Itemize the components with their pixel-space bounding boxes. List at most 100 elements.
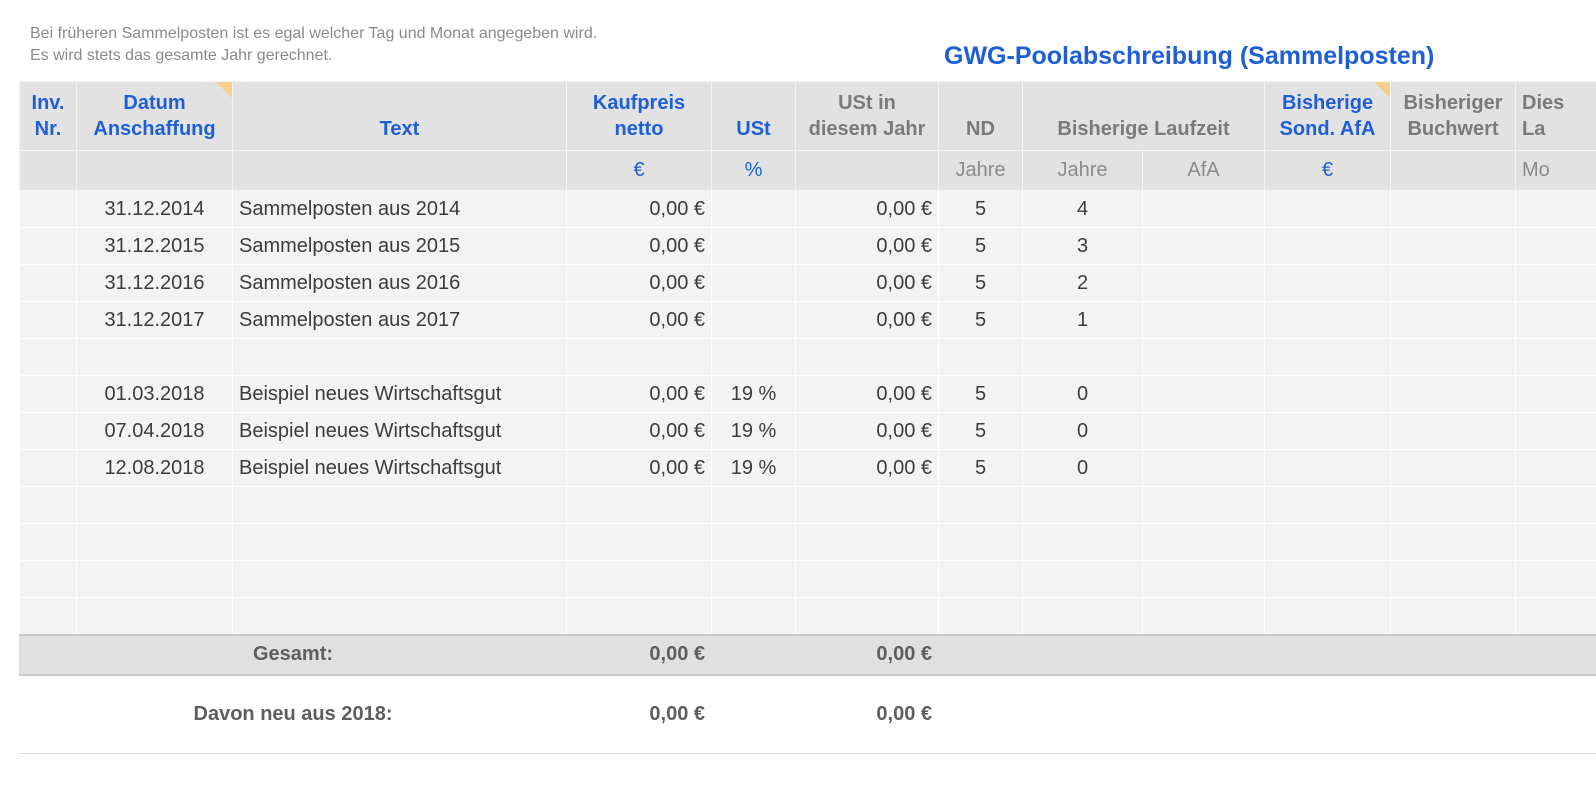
cell-ust-jahr[interactable] bbox=[795, 523, 939, 561]
cell-sond-afa[interactable] bbox=[1264, 449, 1392, 487]
cell-sond-afa[interactable] bbox=[1264, 597, 1392, 635]
cell-kaufpreis[interactable] bbox=[566, 597, 712, 635]
cell-laufzeit-jahre[interactable] bbox=[1022, 597, 1143, 635]
cell-text[interactable]: Sammelposten aus 2016 bbox=[232, 264, 567, 302]
cell-dies-laufzeit[interactable] bbox=[1515, 375, 1596, 413]
cell-dies-laufzeit[interactable] bbox=[1515, 597, 1596, 635]
cell-kaufpreis[interactable] bbox=[566, 486, 712, 524]
unit-ust[interactable]: % bbox=[711, 150, 796, 191]
cell-datum[interactable]: 31.12.2017 bbox=[76, 301, 233, 339]
cell-ust[interactable]: 19 % bbox=[711, 449, 796, 487]
cell-nd[interactable] bbox=[938, 486, 1023, 524]
cell-nd[interactable]: 5 bbox=[938, 227, 1023, 265]
cell-ust-jahr[interactable]: 0,00 € bbox=[795, 190, 939, 228]
cell-buchwert[interactable] bbox=[1390, 597, 1517, 635]
cell-laufzeit-afa[interactable] bbox=[1141, 338, 1266, 376]
unit-kauf[interactable]: € bbox=[566, 150, 712, 191]
cell-buchwert[interactable] bbox=[1390, 412, 1517, 450]
unit-nd[interactable]: Jahre bbox=[938, 150, 1023, 191]
cell-dies-laufzeit[interactable] bbox=[1515, 338, 1596, 376]
davon-row-ust-jahr[interactable]: 0,00 € bbox=[795, 674, 939, 754]
total-row-ust-jahr[interactable]: 0,00 € bbox=[795, 633, 939, 676]
cell-text[interactable] bbox=[232, 523, 567, 561]
cell-ust-jahr[interactable] bbox=[795, 338, 939, 376]
cell-nd[interactable] bbox=[938, 338, 1023, 376]
cell-laufzeit-jahre[interactable] bbox=[1022, 338, 1143, 376]
cell-nd[interactable]: 5 bbox=[938, 412, 1023, 450]
cell-text[interactable]: Beispiel neues Wirtschaftsgut bbox=[232, 449, 567, 487]
cell-laufzeit-afa[interactable] bbox=[1141, 523, 1266, 561]
cell-buchwert[interactable] bbox=[1390, 486, 1517, 524]
cell-buchwert[interactable] bbox=[1390, 264, 1517, 302]
cell-text[interactable]: Beispiel neues Wirtschaftsgut bbox=[232, 412, 567, 450]
cell-nd[interactable] bbox=[938, 597, 1023, 635]
unit-cell[interactable] bbox=[1390, 150, 1517, 191]
cell-laufzeit-afa[interactable] bbox=[1141, 449, 1266, 487]
cell-laufzeit-jahre[interactable]: 0 bbox=[1022, 375, 1143, 413]
cell-text[interactable] bbox=[232, 560, 567, 598]
cell-text[interactable] bbox=[232, 486, 567, 524]
cell-datum[interactable] bbox=[76, 597, 233, 635]
unit-laufzeit-jahre[interactable]: Jahre bbox=[1022, 150, 1143, 191]
cell-ust[interactable] bbox=[711, 597, 796, 635]
cell-nd[interactable]: 5 bbox=[938, 264, 1023, 302]
cell-buchwert[interactable] bbox=[1390, 301, 1517, 339]
cell-ust-jahr[interactable]: 0,00 € bbox=[795, 375, 939, 413]
cell-ust[interactable] bbox=[711, 338, 796, 376]
cell-kaufpreis[interactable]: 0,00 € bbox=[566, 449, 712, 487]
cell-inv-nr[interactable] bbox=[19, 486, 77, 524]
cell-ust[interactable]: 19 % bbox=[711, 375, 796, 413]
davon-row-label[interactable]: Davon neu aus 2018: bbox=[19, 674, 567, 754]
cell-datum[interactable]: 12.08.2018 bbox=[76, 449, 233, 487]
cell-nd[interactable]: 5 bbox=[938, 449, 1023, 487]
cell-buchwert[interactable] bbox=[1390, 560, 1517, 598]
cell-kaufpreis[interactable]: 0,00 € bbox=[566, 264, 712, 302]
total-row-kaufpreis[interactable]: 0,00 € bbox=[566, 633, 712, 676]
cell-inv-nr[interactable] bbox=[19, 412, 77, 450]
cell-laufzeit-jahre[interactable]: 0 bbox=[1022, 412, 1143, 450]
header-laufzeit[interactable]: Bisherige Laufzeit bbox=[1021, 81, 1266, 151]
cell-laufzeit-afa[interactable] bbox=[1141, 190, 1266, 228]
cell-dies-laufzeit[interactable] bbox=[1515, 486, 1596, 524]
cell-inv-nr[interactable] bbox=[19, 560, 77, 598]
cell-kaufpreis[interactable]: 0,00 € bbox=[566, 375, 712, 413]
cell-datum[interactable]: 31.12.2014 bbox=[76, 190, 233, 228]
cell-sond-afa[interactable] bbox=[1264, 338, 1392, 376]
cell-sond-afa[interactable] bbox=[1264, 412, 1392, 450]
cell-sond-afa[interactable] bbox=[1264, 301, 1392, 339]
cell-laufzeit-afa[interactable] bbox=[1141, 597, 1266, 635]
unit-sond[interactable]: € bbox=[1264, 150, 1392, 191]
cell-inv-nr[interactable] bbox=[19, 375, 77, 413]
cell-datum[interactable] bbox=[76, 338, 233, 376]
total-row-label[interactable]: Gesamt: bbox=[19, 633, 567, 676]
unit-dies[interactable]: Mo bbox=[1515, 150, 1596, 191]
comment-marker-icon[interactable] bbox=[216, 82, 232, 98]
cell-laufzeit-afa[interactable] bbox=[1141, 264, 1266, 302]
cell-laufzeit-afa[interactable] bbox=[1141, 412, 1266, 450]
cell-inv-nr[interactable] bbox=[19, 449, 77, 487]
header-datum[interactable]: Datum Anschaffung bbox=[76, 81, 233, 151]
cell-buchwert[interactable] bbox=[1390, 375, 1517, 413]
header-ust[interactable]: USt bbox=[711, 81, 796, 151]
cell-dies-laufzeit[interactable] bbox=[1515, 412, 1596, 450]
cell-nd[interactable] bbox=[938, 560, 1023, 598]
cell-text[interactable]: Sammelposten aus 2015 bbox=[232, 227, 567, 265]
cell-datum[interactable]: 31.12.2016 bbox=[76, 264, 233, 302]
cell-ust[interactable]: 19 % bbox=[711, 412, 796, 450]
cell-sond-afa[interactable] bbox=[1264, 523, 1392, 561]
cell-sond-afa[interactable] bbox=[1264, 560, 1392, 598]
cell-text[interactable]: Beispiel neues Wirtschaftsgut bbox=[232, 375, 567, 413]
cell-ust-jahr[interactable]: 0,00 € bbox=[795, 227, 939, 265]
cell-datum[interactable]: 07.04.2018 bbox=[76, 412, 233, 450]
davon-row-kaufpreis[interactable]: 0,00 € bbox=[566, 674, 712, 754]
cell-nd[interactable] bbox=[938, 523, 1023, 561]
cell-sond-afa[interactable] bbox=[1264, 375, 1392, 413]
cell-kaufpreis[interactable] bbox=[566, 560, 712, 598]
cell-ust-jahr[interactable] bbox=[795, 560, 939, 598]
cell-inv-nr[interactable] bbox=[19, 523, 77, 561]
cell-ust-jahr[interactable] bbox=[795, 597, 939, 635]
cell-sond-afa[interactable] bbox=[1264, 190, 1392, 228]
cell-laufzeit-jahre[interactable]: 3 bbox=[1022, 227, 1143, 265]
cell-laufzeit-afa[interactable] bbox=[1141, 375, 1266, 413]
cell-laufzeit-jahre[interactable]: 2 bbox=[1022, 264, 1143, 302]
